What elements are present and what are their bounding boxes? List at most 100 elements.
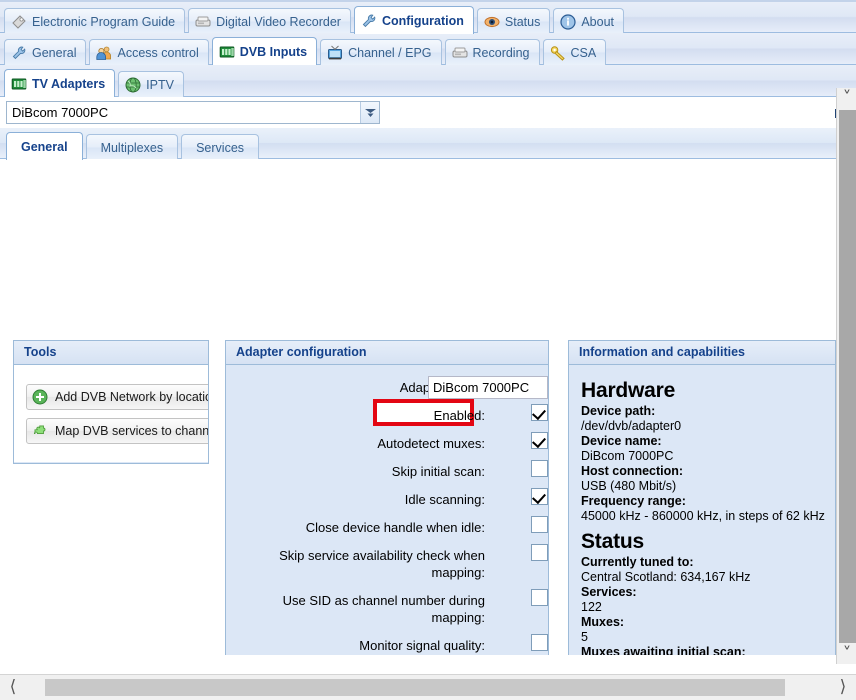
tab-adapter-general[interactable]: General bbox=[6, 132, 83, 160]
adapter-select-value: DiBcom 7000PC bbox=[12, 105, 109, 120]
field-control-wrap bbox=[531, 488, 548, 505]
chevron-down-icon[interactable] bbox=[360, 102, 379, 123]
adapter-configuration-form: Adapter name:DiBcom 7000PC Enabled: Autode… bbox=[226, 365, 548, 655]
checkbox-monitor-signal-quality[interactable] bbox=[531, 634, 548, 651]
tab-iptv[interactable]: IPTV bbox=[118, 71, 184, 97]
dvb-inputs-tab-bar: TV Adapters IPTV bbox=[0, 65, 856, 97]
tab-status[interactable]: Status bbox=[476, 8, 551, 34]
info-section-heading: Status bbox=[581, 530, 644, 553]
tab-general[interactable]: General bbox=[4, 39, 87, 65]
adapter-configuration-title: Adapter configuration bbox=[226, 341, 548, 365]
tv-icon bbox=[327, 45, 343, 61]
field-control-wrap bbox=[531, 634, 548, 651]
checkbox-skip-service-availability-check-when-mapping[interactable] bbox=[531, 544, 548, 561]
add-dvb-network-button[interactable]: Add DVB Network by location bbox=[26, 384, 208, 410]
tab-label: CSA bbox=[570, 45, 597, 60]
field-control-wrap bbox=[531, 544, 548, 561]
drive-icon bbox=[195, 14, 211, 30]
tab-dvb-inputs[interactable]: DVB Inputs bbox=[211, 37, 318, 65]
tools-panel: Tools Add DVB Network by location Map DV… bbox=[13, 340, 209, 464]
info-key: Device name: bbox=[581, 434, 662, 448]
form-row: Autodetect muxes: bbox=[226, 432, 548, 452]
checkbox-use-sid-as-channel-number-during-mapping[interactable] bbox=[531, 589, 548, 606]
info-value: Central Scotland: 634,167 kHz bbox=[581, 570, 751, 584]
add-dvb-network-label: Add DVB Network by location bbox=[55, 390, 208, 404]
tab-label: Services bbox=[196, 140, 245, 155]
tab-electronic-program-guide[interactable]: Electronic Program Guide bbox=[4, 8, 186, 34]
vertical-scrollbar-thumb[interactable] bbox=[839, 110, 856, 643]
vertical-scrollbar[interactable]: ˅ ˅ bbox=[836, 88, 856, 664]
checkbox-close-device-handle-when-idle[interactable] bbox=[531, 516, 548, 533]
form-rows: Adapter name:DiBcom 7000PC Enabled: Autode… bbox=[226, 365, 548, 655]
tab-label: Digital Video Recorder bbox=[216, 14, 341, 29]
card-icon bbox=[219, 44, 235, 60]
information-panel-title: Information and capabilities bbox=[569, 341, 835, 365]
chevron-down-icon[interactable]: ˅ bbox=[837, 644, 856, 664]
adapter-configuration-panel: Adapter configuration Adapter name:DiBco… bbox=[225, 340, 549, 655]
information-capabilities-panel: Information and capabilities Hardware Dev… bbox=[568, 340, 836, 655]
info-key: Device path: bbox=[581, 404, 656, 418]
tools-panel-body: Add DVB Network by location Map DVB serv… bbox=[14, 365, 208, 462]
form-row: Skip initial scan: bbox=[226, 460, 548, 480]
chevron-right-icon[interactable]: ⟩ bbox=[830, 675, 856, 700]
wrench-icon bbox=[361, 13, 377, 29]
checkbox-autodetect-muxes[interactable] bbox=[531, 432, 548, 449]
horizontal-scrollbar-thumb[interactable] bbox=[45, 679, 785, 696]
info-value: 122 bbox=[581, 600, 602, 614]
wrench-icon bbox=[11, 45, 27, 61]
field-label: Use SID as channel number during mapping… bbox=[282, 593, 485, 625]
field-label: Enabled: bbox=[433, 408, 485, 423]
info-key: Frequency range: bbox=[581, 494, 686, 508]
form-row: Close device handle when idle: bbox=[226, 516, 548, 536]
tab-label: Recording bbox=[472, 45, 530, 60]
tab-label: Configuration bbox=[381, 13, 464, 28]
tab-recording[interactable]: Recording bbox=[444, 39, 540, 65]
adapter-select-row: DiBcom 7000PC He bbox=[0, 97, 856, 128]
info-section-heading: Hardware bbox=[581, 379, 676, 402]
chevron-left-icon[interactable]: ⟨ bbox=[0, 675, 26, 700]
info-icon bbox=[560, 13, 576, 30]
key-icon bbox=[550, 45, 566, 61]
tab-csa[interactable]: CSA bbox=[542, 39, 607, 65]
checkbox-enabled[interactable] bbox=[531, 404, 548, 421]
input-adapter-name[interactable]: DiBcom 7000PC bbox=[428, 376, 548, 399]
field-control-wrap bbox=[531, 404, 548, 421]
configuration-tab-bar: General Access control DVB Inputs Channel /… bbox=[0, 33, 856, 65]
adapter-select[interactable]: DiBcom 7000PC bbox=[6, 101, 380, 124]
information-panel-body: Hardware Device path:/dev/dvb/adapter0 Dev… bbox=[569, 365, 835, 655]
field-label: Skip service availability check when map… bbox=[279, 548, 485, 580]
field-label: Monitor signal quality: bbox=[359, 638, 485, 653]
card-icon bbox=[11, 76, 27, 92]
tab-label: About bbox=[581, 14, 615, 29]
checkbox-skip-initial-scan[interactable] bbox=[531, 460, 548, 477]
tab-label: General bbox=[32, 45, 77, 60]
tag-icon bbox=[11, 14, 27, 30]
tab-access-control[interactable]: Access control bbox=[89, 39, 209, 65]
add-circle-icon bbox=[32, 389, 48, 405]
chevron-up-icon[interactable]: ˅ bbox=[837, 88, 856, 108]
field-label: Skip initial scan: bbox=[391, 464, 485, 479]
users-icon bbox=[96, 45, 112, 61]
tools-panel-title: Tools bbox=[14, 341, 208, 365]
form-row: Use SID as channel number during mapping… bbox=[226, 589, 548, 626]
tab-adapter-services[interactable]: Services bbox=[181, 134, 260, 160]
checkbox-idle-scanning[interactable] bbox=[531, 488, 548, 505]
info-value: USB (480 Mbit/s) bbox=[581, 479, 677, 493]
main-tab-bar: Electronic Program Guide Digital Video Re… bbox=[0, 0, 856, 34]
tab-about[interactable]: About bbox=[553, 8, 625, 34]
eye-icon bbox=[484, 14, 500, 30]
field-control-wrap bbox=[531, 460, 548, 477]
tab-configuration[interactable]: Configuration bbox=[353, 6, 474, 34]
tab-label: Electronic Program Guide bbox=[32, 14, 176, 29]
tab-adapter-multiplexes[interactable]: Multiplexes bbox=[85, 134, 179, 160]
adapter-tab-bar: General Multiplexes Services bbox=[0, 128, 856, 160]
map-dvb-services-button[interactable]: Map DVB services to channels bbox=[26, 418, 208, 444]
form-row: Enabled: bbox=[226, 399, 548, 426]
tab-channel-epg[interactable]: Channel / EPG bbox=[320, 39, 442, 65]
tab-digital-video-recorder[interactable]: Digital Video Recorder bbox=[188, 8, 351, 34]
tab-label: General bbox=[21, 139, 68, 154]
info-key: Currently tuned to: bbox=[581, 555, 694, 569]
application-window: Electronic Program Guide Digital Video Re… bbox=[0, 0, 856, 700]
horizontal-scrollbar[interactable]: ⟨ ⟩ bbox=[0, 674, 856, 700]
tab-tv-adapters[interactable]: TV Adapters bbox=[4, 69, 116, 97]
